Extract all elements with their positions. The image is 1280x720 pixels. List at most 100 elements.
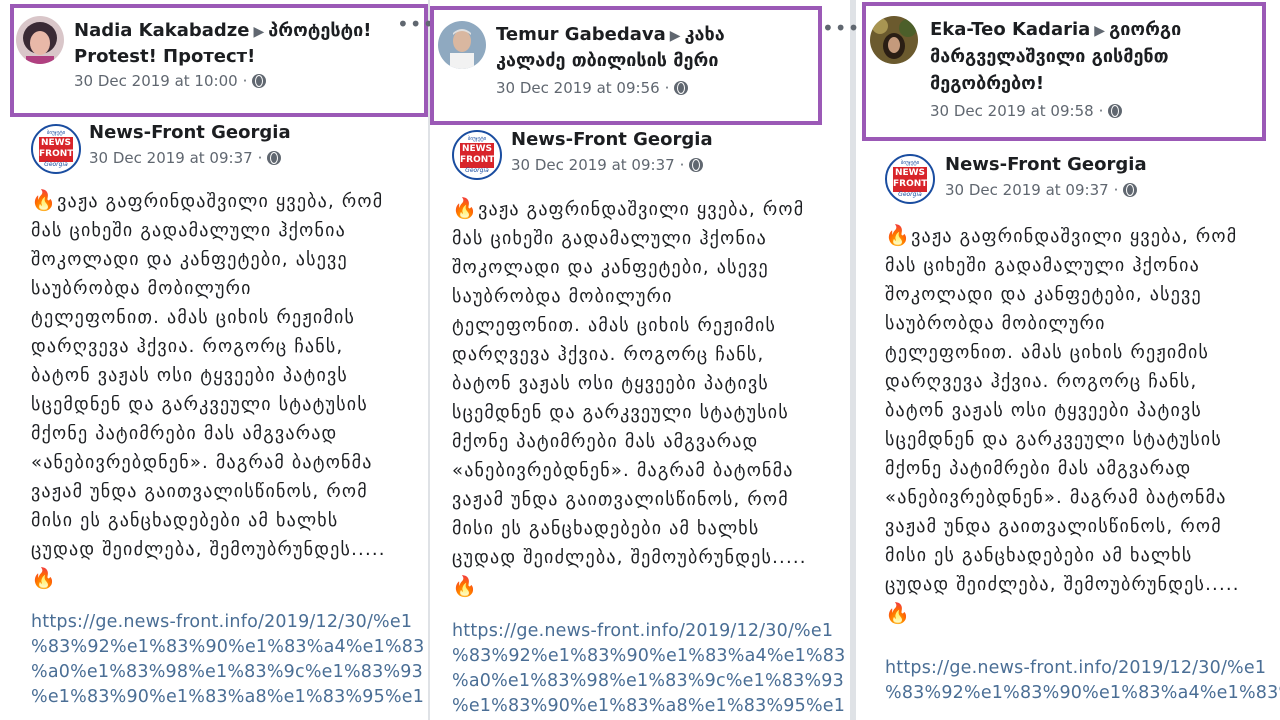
post-line: მას ციხეში გადამალული ჰქონია bbox=[31, 220, 346, 241]
post-line: შოკოლადი და კანფეტები, ასევე bbox=[31, 249, 348, 270]
post-line: დარღვევა ჰქვია. როგორც ჩანს, bbox=[885, 371, 1198, 392]
logo-mid-text: NEWS FRONT bbox=[39, 137, 73, 162]
post-line: საუბრობდა მობილური bbox=[885, 313, 1106, 334]
logo-mid-text: NEWS FRONT bbox=[893, 167, 927, 192]
post-line: ვაჟამ უნდა გაითვალისწინოს, რომ bbox=[885, 516, 1222, 537]
link-line[interactable]: https://ge.news-front.info/2019/12/30/%e… bbox=[452, 619, 845, 644]
post-line: მას ციხეში გადამალული ჰქონია bbox=[452, 228, 767, 249]
fire-icon: 🔥 bbox=[885, 223, 912, 247]
author-name[interactable]: Nadia Kakabadze bbox=[74, 20, 250, 41]
group-name[interactable]: კახა bbox=[685, 24, 725, 45]
link-line[interactable]: %a0%e1%83%98%e1%83%9c%e1%83%93 bbox=[452, 669, 845, 694]
post-line: ბატონ ვაჟას ოსი ტყვეები პატივს bbox=[31, 365, 349, 386]
post-line: 🔥ვაჟა გაფრინდაშვილი ყვება, რომ bbox=[31, 188, 384, 212]
post-line: დარღვევა ჰქვია. როგორც ჩანს, bbox=[31, 336, 344, 357]
news-front-logo[interactable]: ბიუჯეტი NEWS FRONT Georgia bbox=[31, 124, 81, 174]
avatar[interactable] bbox=[870, 16, 918, 64]
group-name-continued[interactable]: მეგობრებო! bbox=[930, 71, 1044, 97]
post-line: 🔥ვაჟა გაფრინდაშვილი ყვება, რომ bbox=[885, 223, 1238, 247]
timestamp[interactable]: 30 Dec 2019 at 09:37 bbox=[89, 149, 253, 167]
post-line: სცემდნენ და გარკვეული სტატუსის bbox=[452, 402, 789, 423]
post-line: «ანებივრებდნენ». მაგრამ ბატონმა bbox=[31, 452, 373, 473]
link-line[interactable]: %a0%e1%83%98%e1%83%9c%e1%83%93 bbox=[31, 660, 424, 685]
post-line: ცუდად შეიძლება, შემოუბრუნდეს..... bbox=[885, 574, 1240, 595]
post-meta: 30 Dec 2019 at 09:58 · bbox=[930, 102, 1123, 120]
post-body: 🔥ვაჟა გაფრინდაშვილი ყვება, რომ მას ციხეშ… bbox=[31, 186, 386, 594]
group-name-continued[interactable]: კალაძე თბილისის მერი bbox=[496, 48, 718, 74]
post-header-line-1: Nadia Kakabadze ▶ პროტესტი! bbox=[74, 18, 372, 45]
news-front-logo[interactable]: ბიუჯეტი NEWS FRONT Georgia bbox=[452, 130, 502, 180]
group-name-continued[interactable]: Protest! Протест! bbox=[74, 44, 255, 70]
arrow-right-icon: ▶ bbox=[1094, 23, 1106, 39]
article-link[interactable]: https://ge.news-front.info/2019/12/30/%e… bbox=[452, 619, 845, 719]
post-line: შოკოლადი და კანფეტები, ასევე bbox=[885, 284, 1202, 305]
post-line: დარღვევა ჰქვია. როგორც ჩანს, bbox=[452, 344, 765, 365]
meta-separator: · bbox=[679, 156, 685, 174]
globe-icon bbox=[1108, 104, 1123, 118]
post-line: მისი ეს განცხადებები ამ ხალხს bbox=[31, 510, 339, 531]
post-line: ბატონ ვაჟას ოსი ტყვეები პატივს bbox=[885, 400, 1203, 421]
arrow-right-icon: ▶ bbox=[669, 28, 681, 44]
post-line: ტელეფონით. ამას ციხის რეჟიმის bbox=[452, 315, 777, 336]
link-line[interactable]: %83%92%e1%83%90%e1%83%a4%e1%83 bbox=[452, 644, 845, 669]
logo-mid-text: NEWS FRONT bbox=[460, 143, 494, 168]
post-line: «ანებივრებდნენ». მაგრამ ბატონმა bbox=[885, 487, 1227, 508]
timestamp[interactable]: 30 Dec 2019 at 09:58 bbox=[930, 102, 1094, 120]
news-front-logo[interactable]: ბიუჯეტი NEWS FRONT Georgia bbox=[885, 154, 935, 204]
post-line: მქონე პატიმრები მას ამგვარად bbox=[885, 458, 1192, 479]
group-name[interactable]: გიორგი bbox=[1109, 19, 1181, 40]
timestamp[interactable]: 30 Dec 2019 at 09:37 bbox=[511, 156, 675, 174]
group-name-continued[interactable]: მარგველაშვილი გისმენთ bbox=[930, 44, 1169, 70]
post-line: ცუდად შეიძლება, შემოუბრუნდეს..... bbox=[452, 547, 807, 568]
fire-icon: 🔥 bbox=[452, 196, 479, 220]
logo-bottom-text: Georgia bbox=[898, 191, 922, 198]
post-line: მქონე პატიმრები მას ამგვარად bbox=[452, 431, 759, 452]
timestamp[interactable]: 30 Dec 2019 at 09:56 bbox=[496, 79, 660, 97]
timestamp[interactable]: 30 Dec 2019 at 09:37 bbox=[945, 181, 1109, 199]
link-line[interactable]: https://ge.news-front.info/2019/12/30/%e… bbox=[885, 656, 1280, 681]
post-line: შოკოლადი და კანფეტები, ასევე bbox=[452, 257, 769, 278]
link-line[interactable]: https://ge.news-front.info/2019/12/30/%e… bbox=[31, 610, 424, 635]
arrow-right-icon: ▶ bbox=[253, 24, 265, 40]
globe-icon bbox=[689, 158, 704, 172]
fire-icon: 🔥 bbox=[31, 566, 58, 590]
logo-top-text: ბიუჯეტი bbox=[900, 160, 920, 166]
link-line[interactable]: %e1%83%90%e1%83%a8%e1%83%95%e1 bbox=[452, 694, 845, 719]
post-line: ტელეფონით. ამას ციხის რეჟიმის bbox=[31, 307, 356, 328]
link-line[interactable]: %e1%83%90%e1%83%a8%e1%83%95%e1 bbox=[31, 685, 424, 710]
logo-top-text: ბიუჯეტი bbox=[467, 136, 487, 142]
post-meta: 30 Dec 2019 at 09:37 · bbox=[511, 156, 704, 174]
post-line: მისი ეს განცხადებები ამ ხალხს bbox=[452, 518, 760, 539]
link-line[interactable]: %83%92%e1%83%90%e1%83%a4%e1%83% bbox=[885, 681, 1280, 706]
page-name[interactable]: News-Front Georgia bbox=[89, 122, 291, 143]
post-meta: 30 Dec 2019 at 09:56 · bbox=[496, 79, 689, 97]
post-line: ცუდად შეიძლება, შემოუბრუნდეს..... bbox=[31, 539, 386, 560]
page-name[interactable]: News-Front Georgia bbox=[945, 154, 1147, 175]
author-name[interactable]: Eka-Teo Kadaria bbox=[930, 19, 1090, 40]
link-line[interactable]: %83%92%e1%83%90%e1%83%a4%e1%83 bbox=[31, 635, 424, 660]
article-link[interactable]: https://ge.news-front.info/2019/12/30/%e… bbox=[885, 656, 1280, 706]
post-line: ვაჟამ უნდა გაითვალისწინოს, რომ bbox=[452, 489, 789, 510]
avatar[interactable] bbox=[16, 16, 64, 64]
meta-separator: · bbox=[242, 72, 248, 90]
more-options-icon[interactable]: ••• bbox=[822, 16, 860, 40]
avatar[interactable] bbox=[438, 21, 486, 69]
post-line: სცემდნენ და გარკვეული სტატუსის bbox=[31, 394, 368, 415]
post-meta: 30 Dec 2019 at 10:00 · bbox=[74, 72, 267, 90]
group-name[interactable]: პროტესტი! bbox=[268, 20, 371, 41]
post-line: 🔥 bbox=[452, 572, 807, 602]
page-name[interactable]: News-Front Georgia bbox=[511, 129, 713, 150]
globe-icon bbox=[1123, 183, 1138, 197]
meta-separator: · bbox=[664, 79, 670, 97]
author-name[interactable]: Temur Gabedava bbox=[496, 24, 666, 45]
post-line: მქონე პატიმრები მას ამგვარად bbox=[31, 423, 338, 444]
post-line: მისი ეს განცხადებები ამ ხალხს bbox=[885, 545, 1193, 566]
globe-icon bbox=[267, 151, 282, 165]
post-line: 🔥 bbox=[885, 599, 1240, 629]
post-line: სცემდნენ და გარკვეული სტატუსის bbox=[885, 429, 1222, 450]
meta-separator: · bbox=[257, 149, 263, 167]
timestamp[interactable]: 30 Dec 2019 at 10:00 bbox=[74, 72, 238, 90]
post-line: ვაჟამ უნდა გაითვალისწინოს, რომ bbox=[31, 481, 368, 502]
post-line: ტელეფონით. ამას ციხის რეჟიმის bbox=[885, 342, 1210, 363]
article-link[interactable]: https://ge.news-front.info/2019/12/30/%e… bbox=[31, 610, 424, 710]
